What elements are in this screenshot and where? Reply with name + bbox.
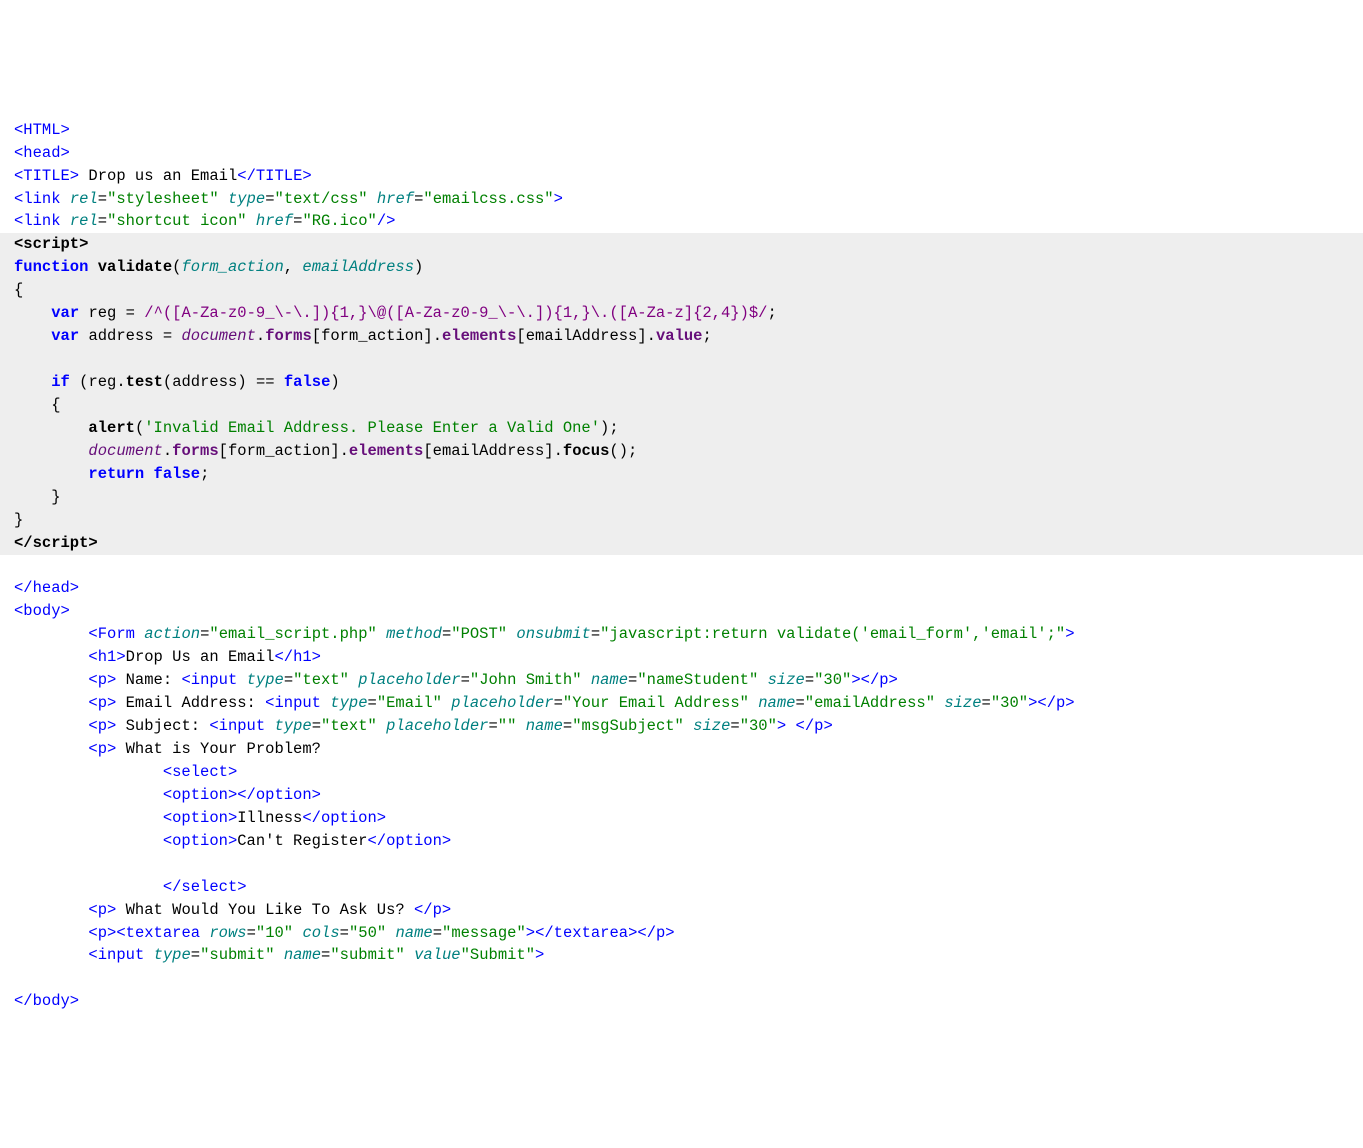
code-line: <p> What is Your Problem? [14,740,321,758]
code-line: } [14,488,61,506]
code-line: <body> [14,602,70,620]
code-line: { [14,281,23,299]
code-line: document.forms[form_action].elements[ema… [14,442,637,460]
code-line: var address = document.forms[form_action… [14,327,712,345]
code-line: <link rel="shortcut icon" href="RG.ico"/… [14,212,395,230]
code-line: return false; [14,465,209,483]
code-line: <input type="submit" name="submit" value… [14,946,544,964]
code-line: var reg = /^([A-Za-z0-9_\-\.]){1,}\@([A-… [14,304,777,322]
code-line: <HTML> [14,121,70,139]
code-line: if (reg.test(address) == false) [14,373,340,391]
code-line: <TITLE> Drop us an Email</TITLE> [14,167,312,185]
code-line: <option></option> [14,786,321,804]
code-line: <p> Name: <input type="text" placeholder… [14,671,898,689]
code-line: <select> [14,763,237,781]
code-line: <p> What Would You Like To Ask Us? </p> [14,901,451,919]
code-line: </select> [14,878,247,896]
code-line: <p><textarea rows="10" cols="50" name="m… [14,924,675,942]
code-line: } [14,511,23,529]
code-line: </script> [14,534,98,552]
code-line: <option>Can't Register</option> [14,832,451,850]
code-line: <link rel="stylesheet" type="text/css" h… [14,190,563,208]
code-line: </body> [14,992,79,1010]
code-line: { [14,396,61,414]
code-line: <Form action="email_script.php" method="… [14,625,1075,643]
code-line: alert('Invalid Email Address. Please Ent… [14,419,619,437]
code-line: <option>Illness</option> [14,809,386,827]
code-line: </head> [14,579,79,597]
code-line: <p> Subject: <input type="text" placehol… [14,717,833,735]
code-line: function validate(form_action, emailAddr… [14,258,423,276]
code-line: <script> [14,235,88,253]
script-block: <script> function validate(form_action, … [0,233,1363,554]
code-editor[interactable]: <HTML> <head> <TITLE> Drop us an Email</… [0,92,1363,1034]
code-line: <p> Email Address: <input type="Email" p… [14,694,1075,712]
code-line: <head> [14,144,70,162]
code-line: <h1>Drop Us an Email</h1> [14,648,321,666]
